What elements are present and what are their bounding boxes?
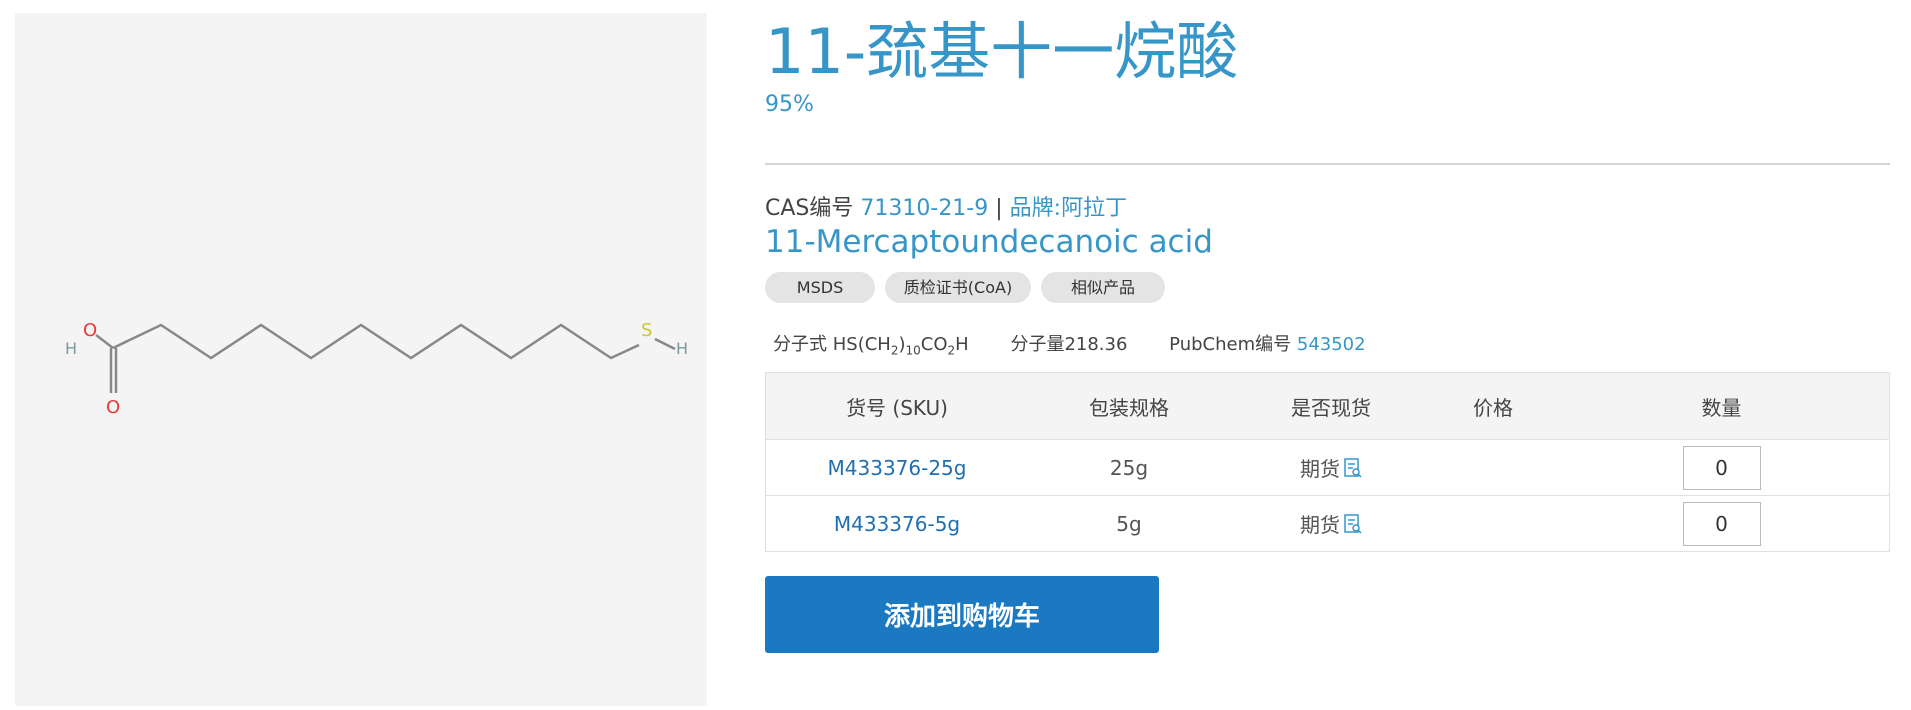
table-header-row: 货号 (SKU) 包装规格 是否现货 价格 数量 [765, 372, 1890, 440]
table-row: M433376-25g 25g 期货 [765, 439, 1890, 496]
cas-label: CAS编号 [765, 196, 854, 221]
header-pack: 包装规格 [1028, 372, 1230, 440]
header-price: 价格 [1432, 372, 1554, 440]
atom-h-left: H [65, 339, 77, 358]
formula: 分子式 HS(CH2)10CO2H [773, 334, 974, 358]
document-search-icon[interactable] [1344, 513, 1362, 539]
pack-size: 25g [1028, 439, 1230, 496]
coa-button[interactable]: 质检证书(CoA) [885, 272, 1031, 303]
document-chips: MSDS 质检证书(CoA) 相似产品 [765, 272, 1165, 303]
brand-link[interactable]: 阿拉丁 [1061, 196, 1127, 221]
structure-image: H O O S H [15, 13, 707, 706]
stock-status: 期货 [1230, 439, 1432, 496]
similar-products-button[interactable]: 相似产品 [1041, 272, 1165, 303]
product-purity: 95% [765, 92, 814, 117]
divider [765, 163, 1890, 165]
document-search-icon[interactable] [1344, 457, 1362, 483]
separator: | [995, 196, 1003, 221]
sku-table: 货号 (SKU) 包装规格 是否现货 价格 数量 M433376-25g 25g… [765, 372, 1890, 552]
msds-button[interactable]: MSDS [765, 272, 875, 303]
quantity-input[interactable] [1682, 501, 1761, 546]
pack-size: 5g [1028, 495, 1230, 552]
atom-h-right: H [676, 339, 688, 358]
molecule-structure: H O O S H [65, 320, 688, 418]
property-line: 分子式 HS(CH2)10CO2H 分子量218.36 PubChem编号 54… [773, 330, 1366, 358]
product-title: 11-巯基十一烷酸 [765, 15, 1239, 88]
carbon-chain [95, 323, 676, 393]
atom-s: S [641, 320, 652, 341]
price [1432, 495, 1554, 552]
formula-value: HS(CH2)10CO2H [832, 334, 969, 358]
header-sku: 货号 (SKU) [765, 372, 1028, 440]
formula-label: 分子式 [773, 334, 827, 355]
price [1432, 439, 1554, 496]
sku-link[interactable]: M433376-25g [828, 456, 967, 480]
stock-status: 期货 [1230, 495, 1432, 552]
brand-label: 品牌: [1009, 196, 1062, 221]
sku-link[interactable]: M433376-5g [834, 512, 960, 536]
add-to-cart-button[interactable]: 添加到购物车 [765, 576, 1159, 653]
molecular-weight: 分子量218.36 [1010, 334, 1128, 355]
quantity-input[interactable] [1682, 445, 1761, 490]
cas-number: 71310-21-9 [860, 196, 989, 221]
atom-o-bottom: O [106, 397, 120, 418]
pubchem-link[interactable]: 543502 [1297, 334, 1366, 355]
header-quantity: 数量 [1554, 372, 1890, 440]
english-name: 11-Mercaptoundecanoic acid [765, 224, 1213, 260]
header-stock: 是否现货 [1230, 372, 1432, 440]
pubchem: PubChem编号 543502 [1169, 334, 1366, 355]
table-row: M433376-5g 5g 期货 [765, 495, 1890, 552]
cas-brand-line: CAS编号 71310-21-9 | 品牌:阿拉丁 [765, 190, 1127, 222]
atom-o-top: O [83, 320, 97, 341]
